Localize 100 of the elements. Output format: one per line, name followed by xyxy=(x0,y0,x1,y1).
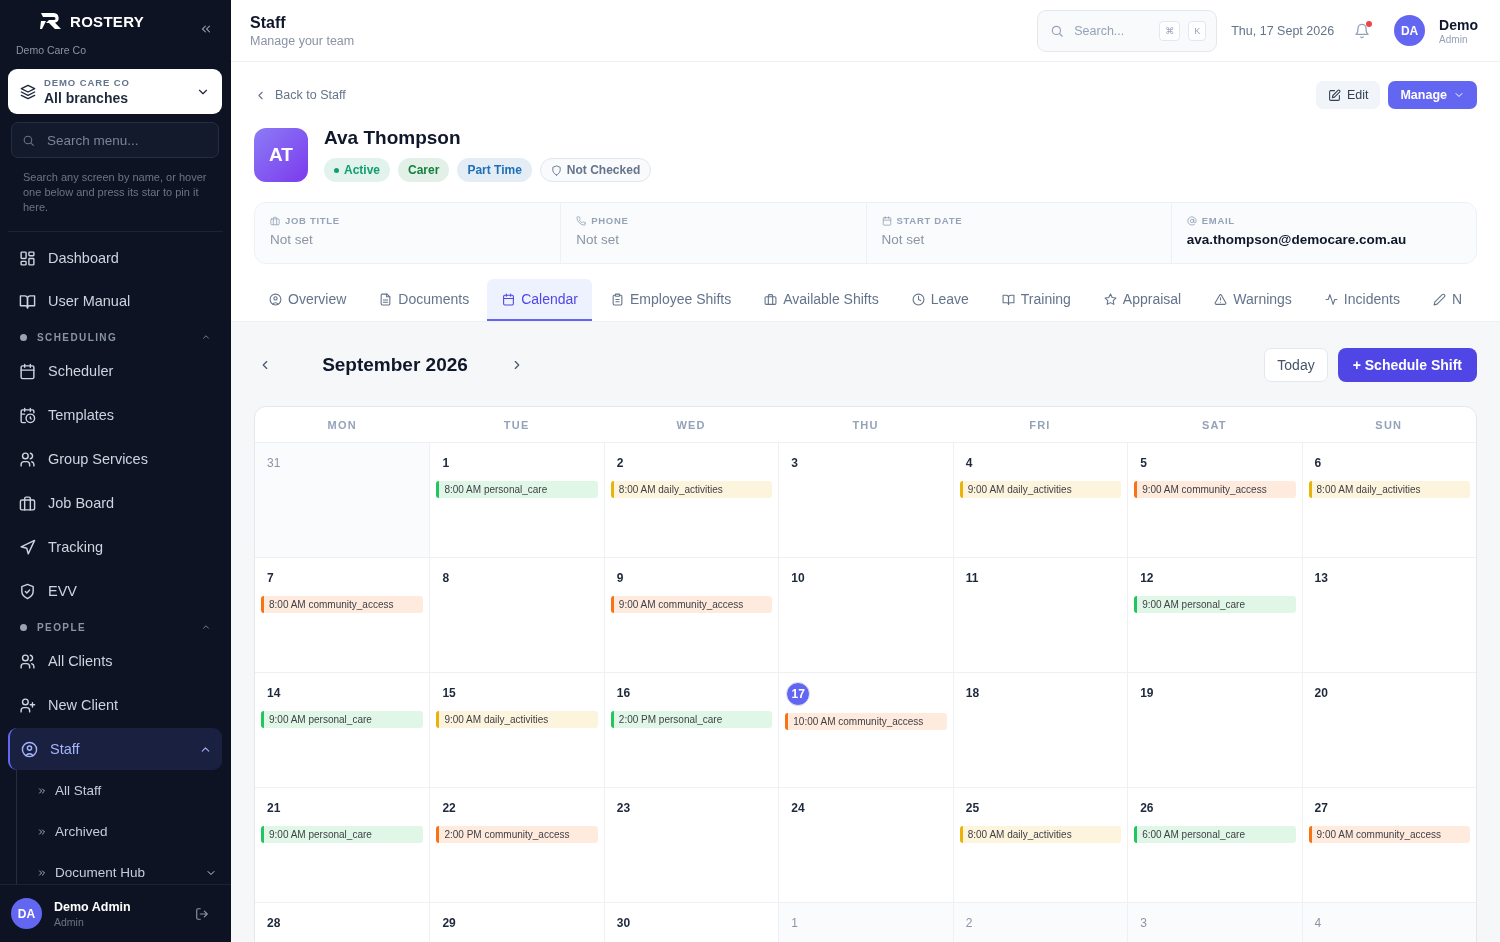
logout-button[interactable] xyxy=(195,906,209,921)
tab[interactable]: Incidents xyxy=(1309,279,1414,321)
day-number: 26 xyxy=(1139,800,1154,817)
nav-item[interactable]: Dashboard xyxy=(0,237,231,279)
menu-search-field[interactable]: Search menu... xyxy=(45,131,208,149)
nav-item[interactable]: Tracking xyxy=(0,525,231,569)
day-cell[interactable]: 7 8:00 AM community_access xyxy=(255,557,430,672)
day-cell[interactable]: 22 2:00 PM community_access xyxy=(429,787,604,902)
day-cell[interactable]: 14 9:00 AM personal_care xyxy=(255,672,430,787)
day-cell[interactable]: 15 9:00 AM daily_activities xyxy=(429,672,604,787)
edit-button[interactable]: Edit xyxy=(1315,81,1381,109)
day-cell[interactable]: 28 xyxy=(255,902,430,942)
tab[interactable]: Appraisal xyxy=(1088,279,1196,321)
nav-subitem[interactable]: Document Hub xyxy=(17,852,231,884)
shift-event[interactable]: 9:00 AM community_access xyxy=(1308,826,1470,843)
shift-event[interactable]: 8:00 AM personal_care xyxy=(436,481,598,498)
day-number: 24 xyxy=(790,800,805,817)
manage-button[interactable]: Manage xyxy=(1388,81,1477,109)
user-avatar: DA xyxy=(1394,15,1426,46)
menu-search-box[interactable]: Search menu... xyxy=(11,122,219,158)
shift-event[interactable]: 8:00 AM daily_activities xyxy=(610,481,773,498)
day-cell[interactable]: 3 xyxy=(778,442,953,557)
logo-icon xyxy=(40,12,62,30)
day-cell[interactable]: 2 8:00 AM daily_activities xyxy=(603,442,779,557)
layers-icon xyxy=(20,83,36,100)
notifications-button[interactable] xyxy=(1354,22,1371,39)
shift-event[interactable]: 10:00 AM community_access xyxy=(785,713,947,730)
day-cell[interactable]: 5 9:00 AM community_access xyxy=(1127,442,1302,557)
nav-item[interactable]: Scheduler xyxy=(0,349,231,393)
shift-event[interactable]: 2:00 PM community_access xyxy=(436,826,598,843)
nav-item[interactable]: EVV xyxy=(0,569,231,613)
day-cell[interactable]: 17 10:00 AM community_access xyxy=(778,672,953,787)
shift-event[interactable]: 8:00 AM community_access xyxy=(261,596,424,613)
day-cell[interactable]: 11 xyxy=(952,557,1128,672)
shift-event[interactable]: 9:00 AM daily_activities xyxy=(959,481,1122,498)
day-cell[interactable]: 23 xyxy=(603,787,779,902)
tab[interactable]: Documents xyxy=(364,279,484,321)
day-cell[interactable]: 9 9:00 AM community_access xyxy=(603,557,779,672)
day-cell[interactable]: 16 2:00 PM personal_care xyxy=(603,672,779,787)
shift-event[interactable]: 9:00 AM community_access xyxy=(1134,481,1296,498)
search-field[interactable]: Search... xyxy=(1072,22,1152,39)
day-cell[interactable]: 18 xyxy=(952,672,1128,787)
section-header[interactable]: SCHEDULING xyxy=(0,325,231,349)
day-cell[interactable]: 4 9:00 AM daily_activities xyxy=(952,442,1128,557)
tab[interactable]: Calendar xyxy=(487,279,592,321)
weekday-header: WED xyxy=(675,417,707,433)
day-cell[interactable]: 1 8:00 AM personal_care xyxy=(429,442,604,557)
document-icon xyxy=(379,292,393,306)
shift-event[interactable]: 9:00 AM personal_care xyxy=(261,826,424,843)
nav-item[interactable]: Job Board xyxy=(0,481,231,525)
day-cell[interactable]: 25 8:00 AM daily_activities xyxy=(952,787,1128,902)
shift-event[interactable]: 9:00 AM personal_care xyxy=(261,711,424,728)
nav-item[interactable]: User Manual xyxy=(0,279,231,323)
shift-event[interactable]: 9:00 AM community_access xyxy=(610,596,773,613)
tag-badge: Part Time xyxy=(457,158,532,182)
nav-item[interactable]: All Clients xyxy=(0,639,231,683)
star-icon xyxy=(1103,292,1117,306)
schedule-shift-button[interactable]: + Schedule Shift xyxy=(1337,347,1477,382)
tab[interactable]: Warnings xyxy=(1199,279,1306,321)
tab[interactable]: N xyxy=(1417,279,1477,321)
user-circle-icon xyxy=(21,740,38,758)
users-icon xyxy=(19,652,36,670)
shift-event[interactable]: 6:00 AM personal_care xyxy=(1134,826,1296,843)
tab[interactable]: Leave xyxy=(896,279,983,321)
tab[interactable]: Overview xyxy=(254,279,361,321)
day-cell[interactable]: 21 9:00 AM personal_care xyxy=(255,787,430,902)
tab[interactable]: Training xyxy=(986,279,1085,321)
tab[interactable]: Available Shifts xyxy=(749,279,893,321)
day-number: 5 xyxy=(1139,455,1147,472)
day-cell[interactable]: 8 xyxy=(429,557,604,672)
nav-item[interactable]: Templates xyxy=(0,393,231,437)
day-cell[interactable]: 19 xyxy=(1127,672,1302,787)
shift-event[interactable]: 9:00 AM personal_care xyxy=(1134,596,1296,613)
day-cell[interactable]: 13 xyxy=(1301,557,1476,672)
branch-selector[interactable]: DEMO CARE CO All branches xyxy=(8,69,222,114)
shift-event[interactable]: 8:00 AM daily_activities xyxy=(959,826,1122,843)
nav-subitem[interactable]: Archived xyxy=(17,811,231,852)
tab[interactable]: Employee Shifts xyxy=(596,279,746,321)
day-cell[interactable]: 10 xyxy=(778,557,953,672)
nav-item[interactable]: Group Services xyxy=(0,437,231,481)
nav-item[interactable]: New Client xyxy=(0,683,231,727)
tag-badge: Carer xyxy=(398,158,450,182)
user-avatar: DA xyxy=(11,898,42,929)
shift-event[interactable]: 9:00 AM daily_activities xyxy=(436,711,598,728)
user-name: Demo Admin xyxy=(54,899,132,914)
today-button[interactable]: Today xyxy=(1264,347,1328,382)
day-cell[interactable]: 6 8:00 AM daily_activities xyxy=(1301,442,1476,557)
shift-event[interactable]: 8:00 AM daily_activities xyxy=(1308,481,1470,498)
day-cell[interactable]: 20 xyxy=(1301,672,1476,787)
nav-subitem[interactable]: All Staff xyxy=(17,770,231,811)
day-cell[interactable]: 26 6:00 AM personal_care xyxy=(1127,787,1302,902)
day-cell[interactable]: 29 xyxy=(429,902,604,942)
back-link[interactable]: Back to Staff xyxy=(254,88,346,102)
day-cell[interactable]: 12 9:00 AM personal_care xyxy=(1127,557,1302,672)
pencil-icon xyxy=(1432,292,1446,306)
day-cell[interactable]: 27 9:00 AM community_access xyxy=(1301,787,1476,902)
shift-event[interactable]: 2:00 PM personal_care xyxy=(610,711,773,728)
nav-item[interactable]: Staff xyxy=(8,728,222,770)
staff-avatar: AT xyxy=(254,127,308,182)
section-header[interactable]: PEOPLE xyxy=(0,615,231,639)
